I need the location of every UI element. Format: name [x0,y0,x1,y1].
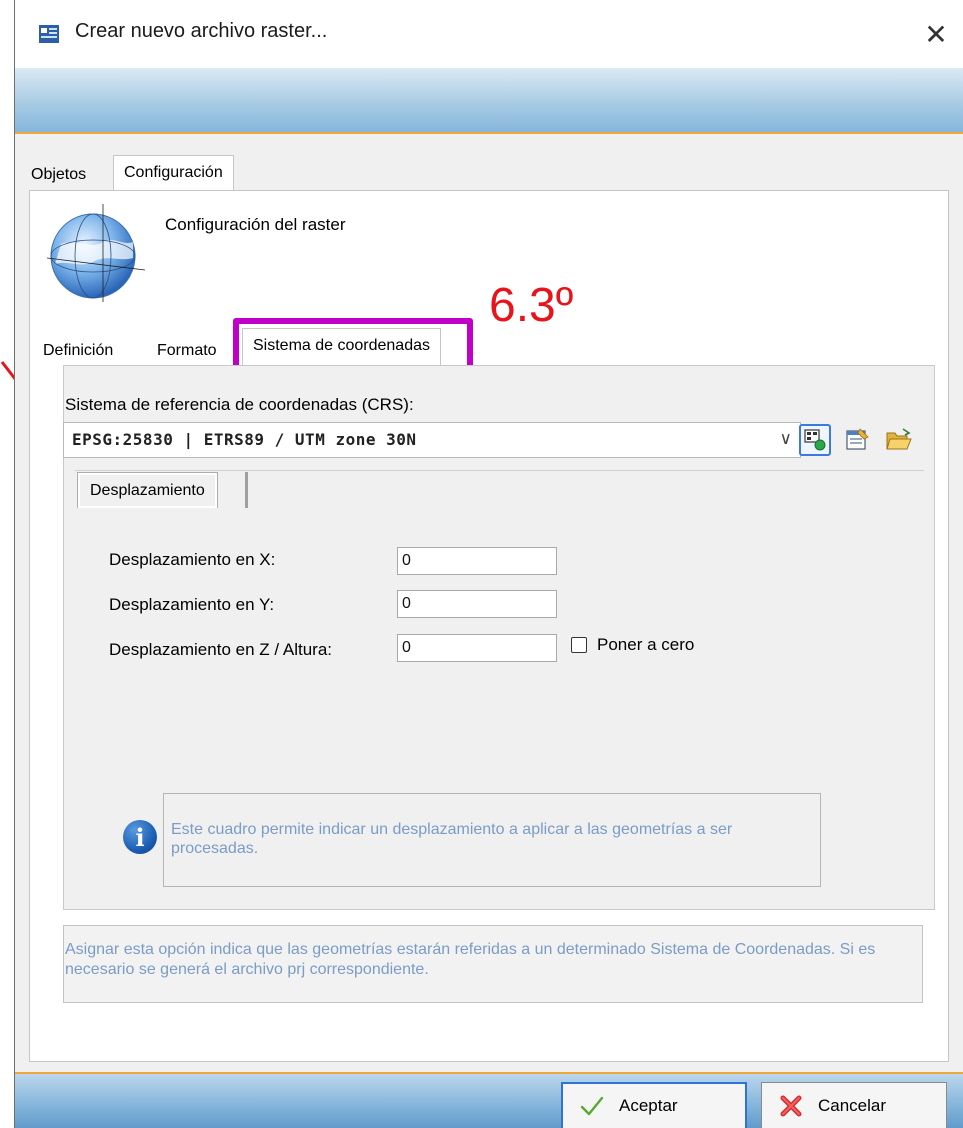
close-button[interactable]: ✕ [914,12,958,56]
config-title: Configuración del raster [165,215,346,234]
crs-label: Sistema de referencia de coordenadas (CR… [65,395,414,414]
offset-x-label: Desplazamiento en X: [109,550,276,569]
offset-z-input[interactable] [397,634,557,662]
open-folder-button[interactable] [883,424,915,456]
chevron-down-icon: ∨ [779,429,792,448]
tab-divider [245,472,248,508]
title-bar: Crear nuevo archivo raster... ✕ [15,0,963,68]
tab-formato[interactable]: Formato [151,338,223,364]
info-icon: i [123,820,157,854]
crs-dropdown-value: EPSG:25830 | ETRS89 / UTM zone 30N [72,430,417,449]
cancel-button[interactable]: Cancelar [761,1082,947,1128]
checkmark-icon [580,1096,604,1116]
app-window-icon [39,25,59,43]
zero-checkbox-label[interactable]: Poner a cero [597,635,694,655]
offset-y-label: Desplazamiento en Y: [109,595,275,614]
cancel-button-label: Cancelar [818,1096,887,1115]
help-text: Asignar esta opción indica que las geome… [65,941,876,978]
globe-icon [46,204,146,302]
accept-button[interactable]: Aceptar [561,1082,747,1128]
crs-properties-icon [846,428,869,450]
tab-desplazamiento[interactable]: Desplazamiento [77,472,218,508]
annotation-step-number: 6.3º [489,279,574,332]
crs-select-button[interactable] [799,424,831,456]
window-title: Crear nuevo archivo raster... [75,20,328,42]
crs-dropdown[interactable]: EPSG:25830 | ETRS89 / UTM zone 30N ∨ [63,422,801,458]
crs-properties-button[interactable] [841,424,873,456]
offset-z-label: Desplazamiento en Z / Altura: [109,640,333,659]
zero-checkbox[interactable] [571,637,587,653]
dialog-window: Crear nuevo archivo raster... ✕ Objetos … [14,0,963,1128]
tab-objetos[interactable]: Objetos [25,162,92,188]
info-text: Este cuadro permite indicar un desplazam… [171,821,733,857]
offset-x-input[interactable] [397,547,557,575]
cancel-x-icon [780,1095,802,1117]
tab-configuracion[interactable]: Configuración [113,155,234,191]
open-folder-icon [886,428,912,450]
offset-y-input[interactable] [397,590,557,618]
tab-definicion[interactable]: Definición [37,338,119,364]
accept-button-label: Aceptar [619,1096,678,1115]
crs-select-icon [804,429,826,451]
header-banner [15,68,963,134]
close-icon: ✕ [924,18,948,50]
